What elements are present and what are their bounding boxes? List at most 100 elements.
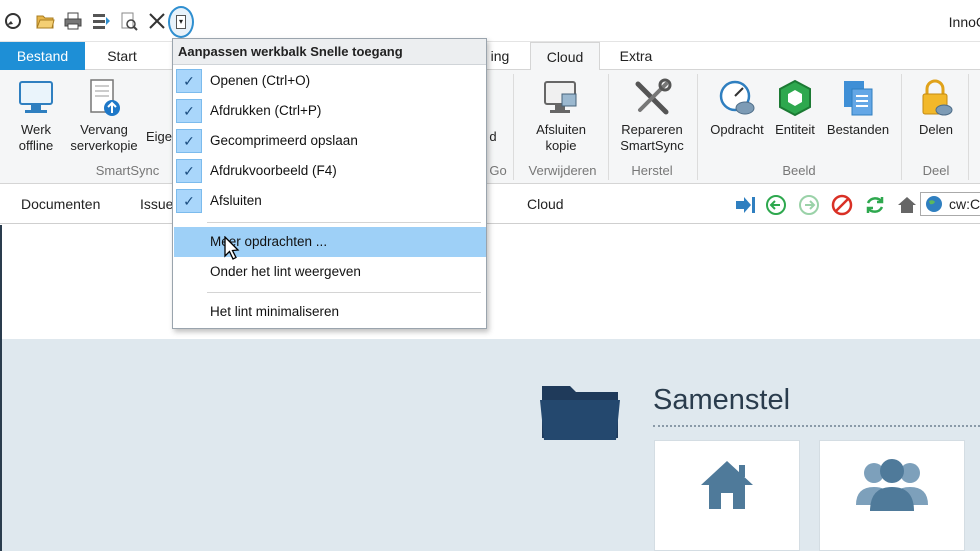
entity-button[interactable]: Entiteit	[770, 76, 820, 138]
close-icon[interactable]	[146, 10, 168, 32]
group-divider	[513, 74, 514, 180]
share-label: Delen	[919, 122, 953, 137]
section-divider	[653, 425, 980, 427]
tab-file[interactable]: Bestand	[0, 42, 85, 70]
entity-label: Entiteit	[775, 122, 815, 137]
reload-icon[interactable]	[864, 194, 886, 216]
monitor-icon	[16, 76, 56, 120]
files-button[interactable]: Bestanden	[822, 76, 894, 138]
group-divider	[697, 74, 698, 180]
compress-icon[interactable]	[90, 10, 112, 32]
globe-icon	[926, 196, 942, 212]
check-icon: ✓	[176, 159, 202, 183]
group-restore-label: Herstel	[631, 163, 673, 178]
mouse-cursor-icon	[224, 235, 240, 262]
assignment-label: Opdracht	[710, 122, 764, 137]
group-divider	[608, 74, 609, 180]
replace-server-copy-button[interactable]: Vervang serverkopie	[64, 76, 144, 154]
lock-share-icon	[916, 76, 956, 120]
stop-icon[interactable]	[831, 194, 853, 216]
check-icon: ✓	[176, 189, 202, 213]
hexagon-icon	[775, 76, 815, 120]
close-copy-label-2: kopie	[545, 138, 577, 153]
print-icon[interactable]	[62, 10, 84, 32]
share-button[interactable]: Delen	[910, 76, 962, 138]
menu-item-close[interactable]: ✓ Afsluiten	[174, 186, 486, 216]
menu-item-label: Afdrukvoorbeeld (F4)	[210, 163, 337, 178]
address-text: cw:C	[949, 196, 980, 212]
print-preview-icon[interactable]	[118, 10, 140, 32]
menu-separator	[207, 292, 481, 293]
group-smartsync-label: SmartSync	[95, 163, 160, 178]
users-tile[interactable]	[819, 440, 965, 551]
subtab-documents[interactable]: Documenten	[21, 196, 100, 212]
close-copy-icon	[541, 76, 581, 120]
sub-toolbar: Documenten Issue Cloud cw:C	[0, 184, 980, 224]
check-icon: ✓	[176, 129, 202, 153]
menu-item-label: Afsluiten	[210, 193, 262, 208]
replace-server-copy-label-2: serverkopie	[70, 138, 138, 153]
qat-customize-menu: Aanpassen werkbalk Snelle toegang ✓ Open…	[172, 38, 487, 329]
cloud-gauge-icon	[717, 76, 757, 120]
group-go-label: Go	[489, 163, 507, 178]
tab-start[interactable]: Start	[92, 42, 152, 70]
repair-smartsync-button[interactable]: Repareren SmartSync	[614, 76, 690, 154]
group-share-label: Deel	[922, 163, 950, 178]
refresh-icon[interactable]	[2, 10, 24, 32]
files-label: Bestanden	[826, 122, 890, 137]
tab-extra[interactable]: Extra	[608, 42, 664, 70]
forward-icon[interactable]	[798, 194, 820, 216]
content-left-border	[0, 225, 2, 551]
menu-separator	[207, 222, 481, 223]
menu-item-open[interactable]: ✓ Openen (Ctrl+O)	[174, 66, 486, 96]
customize-dropdown-icon[interactable]: ▾	[168, 6, 194, 38]
ribbon: Werk offline Vervang serverkopie Eige Sm…	[0, 70, 980, 184]
check-icon: ✓	[176, 99, 202, 123]
menu-item-label: Gecomprimeerd opslaan	[210, 133, 358, 148]
group-divider	[968, 74, 969, 180]
ribbon-tabs: Bestand Start ing Cloud Extra	[0, 42, 980, 71]
menu-item-label: Afdrukken (Ctrl+P)	[210, 103, 322, 118]
app-title: InnoC	[948, 14, 980, 30]
menu-item-compressed-save[interactable]: ✓ Gecomprimeerd opslaan	[174, 126, 486, 156]
subtab-cloud[interactable]: Cloud	[527, 196, 564, 212]
home-tile[interactable]	[654, 440, 800, 551]
repair-smartsync-label-2: SmartSync	[620, 138, 684, 153]
menu-item-show-below-ribbon[interactable]: Onder het lint weergeven	[174, 257, 486, 287]
section-title: Samenstel	[653, 384, 791, 416]
menu-header: Aanpassen werkbalk Snelle toegang	[173, 39, 486, 65]
home-icon[interactable]	[896, 194, 918, 216]
server-icon	[84, 76, 124, 120]
back-icon[interactable]	[765, 194, 787, 216]
users-icon	[856, 459, 928, 511]
subtab-issues[interactable]: Issue	[140, 196, 173, 212]
menu-item-more-commands[interactable]: Meer opdrachten ...	[174, 227, 486, 257]
assignment-button[interactable]: Opdracht	[704, 76, 770, 138]
work-offline-button[interactable]: Werk offline	[12, 76, 60, 154]
documents-icon	[838, 76, 878, 120]
own-button-partial[interactable]: Eige	[144, 129, 174, 145]
open-folder-icon[interactable]	[34, 10, 56, 32]
close-copy-label-1: Afsluiten	[536, 122, 586, 137]
forward-to-end-icon[interactable]	[734, 194, 756, 216]
repair-smartsync-label-1: Repareren	[621, 122, 683, 137]
title-bar: ▾ InnoC	[0, 0, 980, 42]
partial-d-button[interactable]: d	[486, 129, 500, 145]
folder-icon	[540, 380, 622, 442]
group-divider	[901, 74, 902, 180]
tools-icon	[632, 76, 672, 120]
tab-cloud[interactable]: Cloud	[530, 42, 600, 71]
address-input[interactable]: cw:C	[920, 192, 980, 216]
home-icon	[701, 461, 753, 509]
close-copy-button[interactable]: Afsluiten kopie	[526, 76, 596, 154]
group-view-label: Beeld	[782, 163, 816, 178]
tab-partial[interactable]: ing	[485, 42, 515, 70]
menu-item-label: Openen (Ctrl+O)	[210, 73, 311, 88]
work-offline-label-2: offline	[18, 138, 54, 153]
group-remove-label: Verwijderen	[528, 163, 597, 178]
check-icon: ✓	[176, 69, 202, 93]
menu-item-minimize-ribbon[interactable]: Het lint minimaliseren	[174, 297, 486, 327]
menu-item-print[interactable]: ✓ Afdrukken (Ctrl+P)	[174, 96, 486, 126]
menu-item-print-preview[interactable]: ✓ Afdrukvoorbeeld (F4)	[174, 156, 486, 186]
work-offline-label-1: Werk	[20, 122, 52, 137]
